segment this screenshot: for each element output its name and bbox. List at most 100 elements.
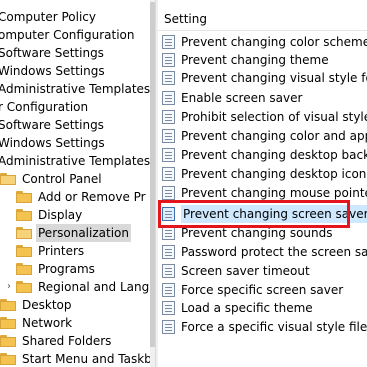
tree-item-computer-policy[interactable]: Computer Policy (0, 8, 98, 26)
setting-row[interactable]: Prevent changing desktop icons (162, 165, 367, 183)
setting-label: Password protect the screen saver (181, 245, 367, 259)
policy-setting-icon (162, 148, 175, 162)
tree-item-label: Administrative Templates (0, 82, 150, 96)
tree-item-regional-and-language[interactable]: › Regional and Lang (4, 278, 150, 296)
setting-row[interactable]: Screen saver timeout (162, 262, 310, 280)
setting-row[interactable]: Prevent changing mouse pointers (162, 184, 367, 202)
setting-label: Load a specific theme (181, 301, 313, 315)
policy-setting-icon (162, 207, 175, 221)
tree-item-display[interactable]: Display (16, 206, 84, 224)
setting-label: Prevent changing color and appear (181, 129, 367, 143)
setting-label: Prevent changing visual style for wi (181, 71, 367, 85)
setting-label: Prevent changing color scheme (181, 35, 367, 49)
tree-item-label: Control Panel (22, 172, 102, 186)
policy-setting-icon (162, 283, 175, 297)
setting-label: Enable screen saver (181, 91, 303, 105)
tree-item-user-software-settings[interactable]: Software Settings (0, 116, 106, 134)
setting-label: Prevent changing screen saver (181, 205, 367, 223)
tree-item-label: Display (38, 208, 83, 222)
setting-row[interactable]: Password protect the screen saver (162, 243, 367, 261)
tree-item-label: Desktop (22, 298, 72, 312)
tree-item-printers[interactable]: Printers (16, 242, 86, 260)
tree-item-label: Add or Remove Pr (38, 190, 146, 204)
setting-row[interactable]: Prevent changing color scheme (162, 33, 367, 51)
tree-item-label: Software Settings (0, 46, 104, 60)
policy-setting-icon (162, 129, 175, 143)
tree-item-administrative-templates[interactable]: Administrative Templates (0, 80, 150, 98)
tree-item-label: Shared Folders (22, 334, 112, 348)
setting-row[interactable]: Prevent changing sounds (162, 224, 333, 242)
policy-setting-icon (162, 186, 175, 200)
policy-setting-icon (162, 110, 175, 124)
tree-item-label: Printers (38, 244, 85, 258)
setting-row-selected[interactable]: Prevent changing screen saver (162, 205, 367, 223)
setting-label: Prevent changing theme (181, 53, 329, 67)
chevron-right-icon[interactable]: › (4, 278, 14, 296)
policy-setting-icon (162, 320, 175, 334)
tree-item-label: Computer Policy (0, 10, 96, 24)
policy-setting-icon (162, 35, 175, 49)
tree-item-shared-folders[interactable]: Shared Folders (0, 332, 113, 350)
tree-item-network[interactable]: › Network (0, 314, 74, 332)
folder-icon (16, 209, 32, 221)
folder-icon (16, 245, 32, 257)
tree-item-programs[interactable]: Programs (16, 260, 97, 278)
folder-icon (16, 263, 32, 275)
tree-item-label: r Configuration (0, 100, 89, 114)
tree-item-user-windows-settings[interactable]: Windows Settings (0, 134, 107, 152)
tree-item-user-configuration[interactable]: r Configuration (0, 98, 90, 116)
tree-item-add-or-remove-programs[interactable]: Add or Remove Pr (16, 188, 148, 206)
setting-label: Prohibit selection of visual style fon (181, 110, 367, 124)
policy-setting-icon (162, 91, 175, 105)
setting-row[interactable]: Prevent changing color and appear (162, 127, 367, 145)
policy-setting-icon (162, 226, 175, 240)
setting-label: Force a specific visual style file or fo (181, 320, 367, 334)
tree-item-software-settings[interactable]: Software Settings (0, 44, 106, 62)
policy-setting-icon (162, 301, 175, 315)
tree-item-label: Software Settings (0, 118, 104, 132)
tree-item-desktop[interactable]: › Desktop (0, 296, 74, 314)
tree-item-label: Windows Settings (0, 136, 105, 150)
setting-row[interactable]: Enable screen saver (162, 89, 302, 107)
folder-open-icon (16, 227, 32, 239)
folder-icon (0, 335, 16, 347)
tree-item-start-menu-and-taskbar[interactable]: Start Menu and Taskba (0, 350, 150, 367)
tree-item-user-administrative-templates[interactable]: Administrative Templates (0, 152, 150, 170)
folder-icon (16, 191, 32, 203)
tree-pane: Computer Policy omputer Configuration So… (0, 0, 150, 367)
setting-row[interactable]: Prevent changing visual style for wi (162, 69, 367, 87)
setting-row[interactable]: Force specific screen saver (162, 281, 343, 299)
tree-item-label: omputer Configuration (0, 28, 135, 42)
tree-item-label: Administrative Templates (0, 154, 150, 168)
tree-item-label: Regional and Lang (38, 280, 150, 294)
setting-label: Screen saver timeout (181, 264, 310, 278)
setting-label: Prevent changing mouse pointers (181, 186, 367, 200)
setting-row[interactable]: Prevent changing theme (162, 51, 329, 69)
setting-row[interactable]: Load a specific theme (162, 299, 313, 317)
tree-item-label: Network (22, 316, 73, 330)
tree-item-personalization[interactable]: Personalization (16, 224, 131, 242)
folder-icon (0, 353, 16, 365)
tree-item-label: Start Menu and Taskba (22, 352, 150, 366)
setting-label: Prevent changing sounds (181, 226, 333, 240)
folder-icon (0, 317, 16, 329)
setting-label: Prevent changing desktop icons (181, 167, 367, 181)
setting-row[interactable]: Prohibit selection of visual style fon (162, 108, 367, 126)
settings-pane: Setting Prevent changing color scheme Pr… (158, 0, 367, 367)
policy-setting-icon (162, 53, 175, 67)
folder-icon (16, 281, 32, 293)
tree-item-label: Programs (38, 262, 95, 276)
tree-item-control-panel[interactable]: Control Panel (0, 170, 104, 188)
setting-row[interactable]: Prevent changing desktop backgrou (162, 146, 367, 164)
tree-item-label: Windows Settings (0, 64, 105, 78)
tree-item-computer-configuration[interactable]: omputer Configuration (0, 26, 136, 44)
setting-column-header[interactable]: Setting (164, 10, 207, 28)
tree-item-windows-settings[interactable]: Windows Settings (0, 62, 107, 80)
folder-icon (0, 299, 16, 311)
header-divider (158, 30, 367, 31)
folder-open-icon (0, 173, 16, 185)
policy-setting-icon (162, 245, 175, 259)
policy-setting-icon (162, 167, 175, 181)
setting-row[interactable]: Force a specific visual style file or fo (162, 318, 367, 336)
setting-label: Prevent changing desktop backgrou (181, 148, 367, 162)
